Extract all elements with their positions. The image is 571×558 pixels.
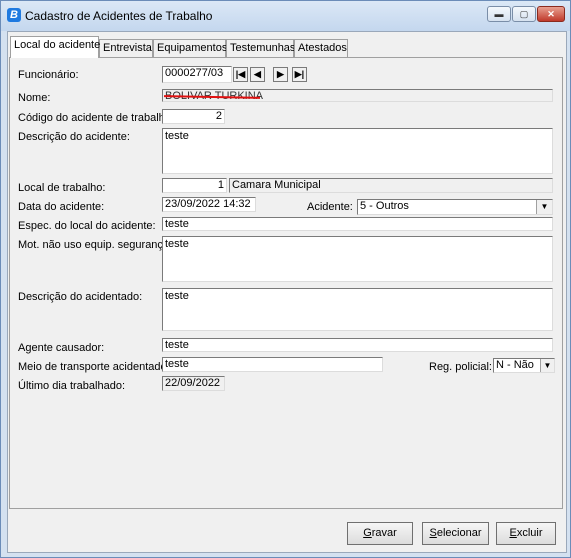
tab-testemunhas[interactable]: Testemunhas [226,39,295,57]
desc-acidentado-textarea[interactable]: teste [162,288,553,331]
title-bar[interactable]: B Cadastro de Acidentes de Trabalho ▬ ▢ … [1,1,570,31]
close-button[interactable]: ✕ [537,6,565,22]
agente-field[interactable]: teste [162,338,553,352]
excluir-mnemonic: E [509,527,517,539]
acidente-label: Acidente: [307,201,353,213]
local-trabalho-name-field: Camara Municipal [229,178,553,193]
excluir-label: xcluir [516,527,543,539]
agente-label: Agente causador: [18,342,105,354]
selecionar-mnemonic: S [429,527,437,539]
reg-policial-select[interactable]: N - Não ▼ [493,358,555,373]
descricao-label: Descrição do acidente: [18,131,130,143]
application-window: B Cadastro de Acidentes de Trabalho ▬ ▢ … [0,0,571,558]
meio-transporte-field[interactable]: teste [162,357,383,372]
reg-policial-select-value: N - Não [496,359,534,371]
tab-entrevista[interactable]: Entrevista [99,39,153,57]
window-title: Cadastro de Acidentes de Trabalho [25,9,213,23]
local-trabalho-label: Local de trabalho: [18,182,106,194]
nome-field: BOLIVAR TURKINA [162,89,553,102]
selecionar-button[interactable]: Selecionar [422,522,489,545]
data-acidente-field[interactable]: 23/09/2022 14:32 [162,197,256,212]
data-acidente-label: Data do acidente: [18,201,105,213]
nav-prev-button[interactable]: ◀ [250,67,265,82]
espec-local-label: Espec. do local do acidente: [18,220,156,232]
desc-acidentado-label: Descrição do acidentado: [18,291,143,303]
chevron-down-icon[interactable]: ▼ [536,200,552,214]
selecionar-label: elecionar [436,527,482,539]
mot-nao-uso-label: Mot. não uso equip. segurança: [18,239,173,251]
funcionario-field[interactable]: 0000277/03 [162,66,232,83]
mot-nao-uso-textarea[interactable]: teste [162,236,553,282]
tab-atestados[interactable]: Atestados [294,39,348,57]
acidente-select[interactable]: 5 - Outros ▼ [357,199,553,215]
codigo-label: Código do acidente de trabalho: [18,112,174,124]
reg-policial-label: Reg. policial: [429,361,492,373]
gravar-mnemonic: G [363,527,372,539]
maximize-button[interactable]: ▢ [512,6,536,22]
ultimo-dia-label: Último dia trabalhado: [18,380,126,392]
meio-transporte-label: Meio de transporte acidentado: [18,361,170,373]
nav-last-button[interactable]: ▶| [292,67,307,82]
nome-label: Nome: [18,92,51,104]
funcionario-label: Funcionário: [18,69,79,81]
app-icon: B [7,8,21,22]
excluir-button[interactable]: Excluir [496,522,556,545]
gravar-button[interactable]: Gravar [347,522,413,545]
ultimo-dia-field: 22/09/2022 [162,376,225,391]
minimize-button[interactable]: ▬ [487,6,511,22]
codigo-field[interactable]: 2 [162,109,225,124]
chevron-down-icon[interactable]: ▼ [540,359,554,372]
tab-equipamentos[interactable]: Equipamentos [153,39,227,57]
acidente-select-value: 5 - Outros [360,200,409,212]
tab-local-do-acidente[interactable]: Local do acidente [10,36,100,58]
form-client-area: Local do acidente Entrevista Equipamento… [7,31,567,553]
descricao-textarea[interactable]: teste [162,128,553,174]
tab-panel-local-do-acidente: Funcionário: 0000277/03 |◀ ◀ ▶ ▶| Nome: … [9,57,563,509]
espec-local-field[interactable]: teste [162,217,553,231]
nav-first-button[interactable]: |◀ [233,67,248,82]
tab-strip: Local do acidente Entrevista Equipamento… [8,36,566,58]
gravar-label: ravar [371,527,397,539]
local-trabalho-code-field[interactable]: 1 [162,178,227,193]
nav-next-button[interactable]: ▶ [273,67,288,82]
